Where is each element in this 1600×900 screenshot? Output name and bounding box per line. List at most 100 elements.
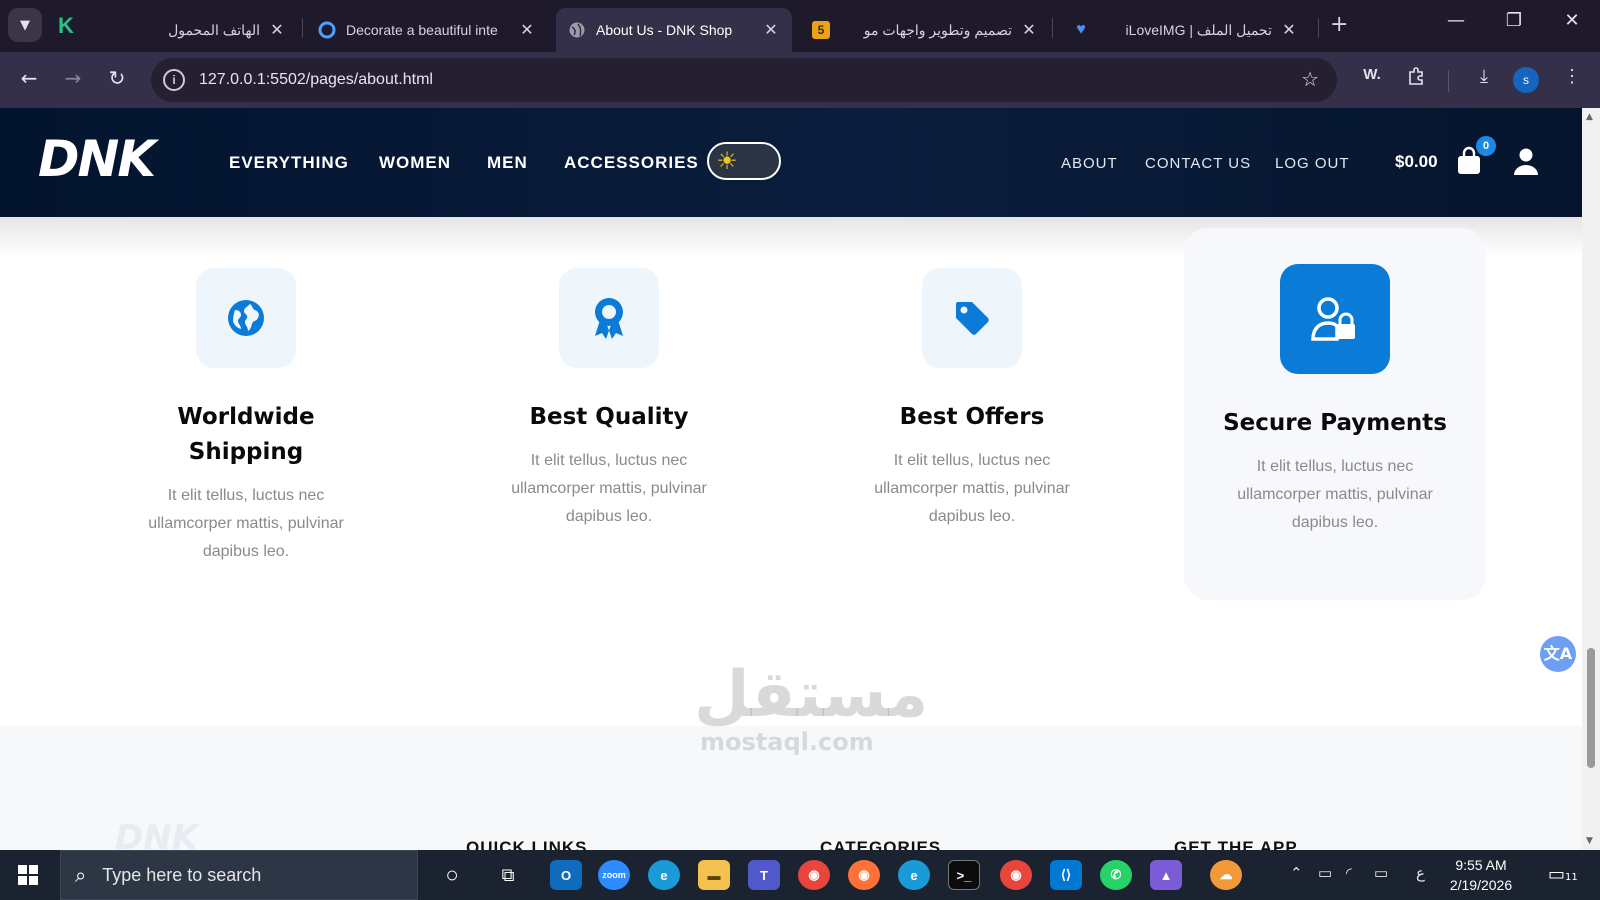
vscode-icon[interactable]: ⟨⟩: [1050, 860, 1082, 890]
nav-log-out[interactable]: LOG OUT: [1275, 155, 1350, 172]
photos-icon[interactable]: ▲: [1150, 860, 1182, 890]
nav-everything[interactable]: EVERYTHING: [229, 153, 349, 173]
battery-icon[interactable]: ▭: [1374, 864, 1388, 882]
feature-title: Secure Payments: [1223, 410, 1447, 436]
bookmark-star-icon[interactable]: ☆: [1301, 67, 1319, 91]
tab-separator: [1052, 18, 1053, 38]
terminal-icon[interactable]: >_: [948, 860, 980, 890]
tab-decorate[interactable]: Decorate a beautiful inte ✕: [306, 8, 548, 52]
whatsapp-icon[interactable]: ✆: [1100, 860, 1132, 890]
task-view-icon[interactable]: ⧉: [492, 860, 524, 890]
close-icon[interactable]: ✕: [1020, 20, 1038, 40]
pinned-tab-k-logo-icon[interactable]: K: [58, 14, 82, 38]
scrollbar-thumb[interactable]: [1587, 648, 1595, 768]
feature-card-best-offers: Best Offers It elit tellus, luctus nec u…: [821, 228, 1123, 531]
nav-women[interactable]: WOMEN: [379, 153, 451, 173]
address-bar[interactable]: i 127.0.0.1:5502/pages/about.html ☆: [151, 58, 1337, 102]
restore-icon[interactable]: ❐: [1494, 10, 1534, 31]
tab-separator: [1318, 18, 1319, 38]
scroll-down-arrow-icon[interactable]: ▼: [1586, 836, 1593, 846]
taskbar-search-box[interactable]: ⌕ Type here to search: [60, 850, 418, 900]
notification-center-icon[interactable]: ▭11: [1548, 864, 1578, 885]
site-info-icon[interactable]: i: [163, 69, 185, 91]
clock-date: 2/19/2026: [1449, 877, 1513, 893]
tab-iloveimg[interactable]: ♥ iLoveIMG | تحميل الملف ✕: [1060, 8, 1310, 52]
system-clock[interactable]: 9:55 AM 2/19/2026: [1436, 855, 1526, 895]
footer-heading-get-the-app: GET THE APP: [1174, 838, 1298, 850]
tab-title: iLoveIMG | تحميل الملف: [1125, 21, 1272, 38]
download-icon[interactable]: ⤓: [1470, 66, 1498, 87]
edge-icon[interactable]: e: [648, 860, 680, 890]
outlook-icon[interactable]: O: [550, 860, 582, 890]
forward-arrow-icon[interactable]: →: [58, 66, 88, 90]
feature-title: Best Offers: [899, 404, 1045, 430]
user-lock-icon: [1311, 297, 1355, 341]
tray-display-icon[interactable]: ▭: [1318, 864, 1332, 882]
site-logo[interactable]: DNK: [38, 130, 156, 188]
search-placeholder: Type here to search: [102, 864, 262, 885]
windows-taskbar: ⌕ Type here to search ○ ⧉ O zoom e ▬ T ◉…: [0, 850, 1600, 900]
reload-icon[interactable]: ↻: [102, 66, 132, 90]
nav-men[interactable]: MEN: [487, 153, 528, 173]
minimize-icon[interactable]: —: [1436, 10, 1476, 31]
browser-toolbar: ← → ↻ i 127.0.0.1:5502/pages/about.html …: [0, 52, 1600, 108]
nav-contact-us[interactable]: CONTACT US: [1145, 155, 1251, 172]
chrome-icon[interactable]: ◉: [798, 860, 830, 890]
feature-card-secure-payments: Secure Payments It elit tellus, luctus n…: [1184, 228, 1486, 600]
feature-description: It elit tellus, luctus nec ullamcorper m…: [148, 487, 344, 560]
teams-icon[interactable]: T: [748, 860, 780, 890]
firefox-icon[interactable]: ◉: [848, 860, 880, 890]
feature-card-worldwide-shipping: Worldwide Shipping It elit tellus, luctu…: [95, 228, 397, 566]
footer-logo[interactable]: DNK: [115, 818, 198, 850]
edge-dev-icon[interactable]: e: [898, 860, 930, 890]
close-icon[interactable]: ✕: [518, 20, 536, 40]
weather-icon[interactable]: ☁: [1210, 860, 1242, 890]
nav-about[interactable]: ABOUT: [1061, 155, 1118, 172]
feature-icon-box: [922, 268, 1022, 368]
footer-heading-quick-links: QUICK LINKS: [466, 838, 588, 850]
globe-icon: [228, 300, 264, 336]
extensions-puzzle-icon[interactable]: [1402, 66, 1430, 91]
back-arrow-icon[interactable]: ←: [14, 66, 44, 90]
theme-toggle[interactable]: ☀: [707, 142, 781, 180]
close-icon[interactable]: ✕: [762, 20, 780, 40]
swirl-icon: [318, 21, 336, 39]
cart-count-badge: 0: [1476, 136, 1496, 156]
notification-count: 11: [1565, 872, 1578, 883]
five-badge-icon: 5: [812, 21, 830, 39]
zoom-icon[interactable]: zoom: [598, 860, 630, 890]
tab-arabic-design[interactable]: 5 تصميم وتطوير واجهات مو ✕: [800, 8, 1050, 52]
tray-expand-chevron-icon[interactable]: ⌃: [1290, 864, 1303, 882]
cortana-circle-icon[interactable]: ○: [436, 860, 468, 890]
close-icon[interactable]: ✕: [268, 20, 286, 40]
tab-title: Decorate a beautiful inte: [346, 22, 498, 38]
feature-description: It elit tellus, luctus nec ullamcorper m…: [874, 452, 1070, 525]
windows-start-icon[interactable]: [18, 865, 38, 885]
new-tab-plus-icon[interactable]: +: [1330, 12, 1348, 37]
sun-icon: ☀: [716, 147, 738, 175]
url-text: 127.0.0.1:5502/pages/about.html: [199, 71, 433, 88]
tab-title: تصميم وتطوير واجهات مو: [863, 21, 1012, 38]
tab-mobile-phone[interactable]: الهاتف المحمول ✕: [150, 8, 298, 52]
extension-w-icon[interactable]: W.: [1358, 66, 1386, 83]
tab-about-us[interactable]: About Us - DNK Shop ✕: [556, 8, 792, 52]
page-scrollbar[interactable]: ▲ ▼: [1582, 108, 1600, 850]
tab-separator: [302, 18, 303, 38]
translate-icon[interactable]: 文A: [1540, 636, 1576, 672]
menu-kebab-icon[interactable]: ⋮: [1558, 66, 1586, 87]
nav-accessories[interactable]: ACCESSORIES: [564, 153, 699, 173]
close-icon[interactable]: ✕: [1280, 20, 1298, 40]
scroll-up-arrow-icon[interactable]: ▲: [1586, 112, 1593, 122]
mostaql-watermark: مستقل: [694, 658, 929, 732]
chrome-active-icon[interactable]: ◉: [1000, 860, 1032, 890]
window-close-icon[interactable]: ✕: [1552, 10, 1592, 31]
site-header: DNK EVERYTHING WOMEN MEN ACCESSORIES ☀ A…: [0, 108, 1582, 217]
profile-avatar[interactable]: s: [1513, 67, 1539, 93]
input-language[interactable]: ع: [1416, 864, 1425, 882]
footer-heading-categories: CATEGORIES: [820, 838, 942, 850]
tab-search-button[interactable]: ▼: [8, 8, 42, 42]
feature-icon-box: [1280, 264, 1390, 374]
file-explorer-icon[interactable]: ▬: [698, 860, 730, 890]
wifi-icon[interactable]: ◜: [1346, 864, 1352, 882]
user-account-icon[interactable]: [1513, 146, 1539, 176]
